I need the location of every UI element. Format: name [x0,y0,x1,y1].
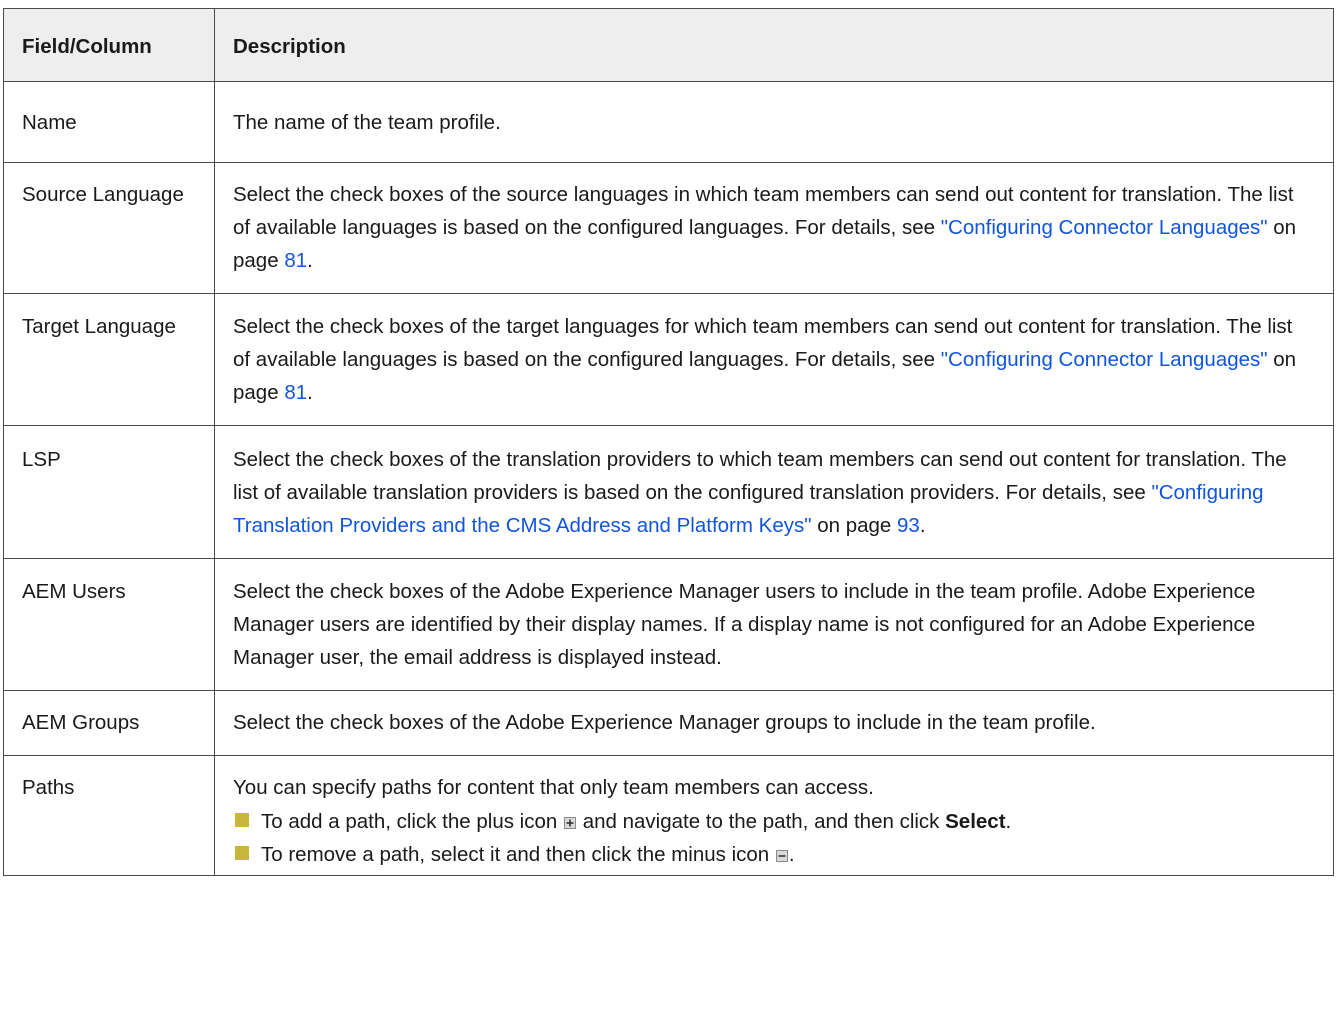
field-name: Source Language [3,162,215,294]
configuring-connector-languages-link[interactable]: "Configuring Connector Languages" [941,348,1268,371]
table-row: Target Language Select the check boxes o… [3,293,1334,426]
bullet-text: To add a path, click the plus icon [261,810,563,833]
square-bullet-icon [235,846,249,860]
minus-box-icon [775,850,788,862]
table-row: Source Language Select the check boxes o… [3,162,1334,294]
table-row: AEM Users Select the check boxes of the … [3,558,1334,691]
square-bullet-icon [235,813,249,827]
field-name: LSP [3,425,215,559]
plus-box-icon [564,817,576,829]
configuring-connector-languages-link[interactable]: "Configuring Connector Languages" [941,216,1268,239]
field-description: Select the check boxes of the Adobe Expe… [214,690,1334,756]
sentence-end: . [1005,810,1012,833]
field-description: Select the check boxes of the Adobe Expe… [214,558,1334,691]
header-field-column: Field/Column [3,8,215,82]
table-row: Paths You can specify paths for content … [3,755,1334,876]
field-description: The name of the team profile. [214,81,1334,163]
field-name: Paths [3,755,215,876]
select-button-label: Select [945,810,1006,833]
header-description: Description [214,8,1334,82]
page-number-link[interactable]: 81 [284,381,307,404]
field-description: Select the check boxes of the target lan… [214,293,1334,426]
table-row: LSP Select the check boxes of the transl… [3,425,1334,559]
paths-intro: You can specify paths for content that o… [233,776,874,799]
field-name: Target Language [3,293,215,426]
field-description: Select the check boxes of the translatio… [214,425,1334,559]
sentence-end: . [307,249,313,272]
bullet-text: and navigate to the path, and then click [577,810,946,833]
table-header-row: Field/Column Description [3,8,1334,82]
field-name: AEM Users [3,558,215,691]
bullet-text: To remove a path, select it and then cli… [261,843,775,866]
field-name: Name [3,81,215,163]
sentence-end: . [919,514,926,537]
field-description: You can specify paths for content that o… [214,755,1334,876]
table-row: Name The name of the team profile. [3,81,1334,163]
description-text: Select the check boxes of the translatio… [233,448,1287,504]
sentence-end: . [307,381,313,404]
field-description-table: Field/Column Description Name The name o… [3,8,1334,876]
list-item: To remove a path, select it and then cli… [233,838,1315,871]
list-item: To add a path, click the plus icon and n… [233,805,1315,838]
bullet-list: To add a path, click the plus icon and n… [233,805,1315,871]
sentence-end: . [788,843,795,866]
field-description: Select the check boxes of the source lan… [214,162,1334,294]
table-row: AEM Groups Select the check boxes of the… [3,690,1334,756]
page-number-link[interactable]: 93 [897,514,920,537]
on-page-text: on page [811,514,898,537]
page-number-link[interactable]: 81 [284,249,307,272]
field-name: AEM Groups [3,690,215,756]
